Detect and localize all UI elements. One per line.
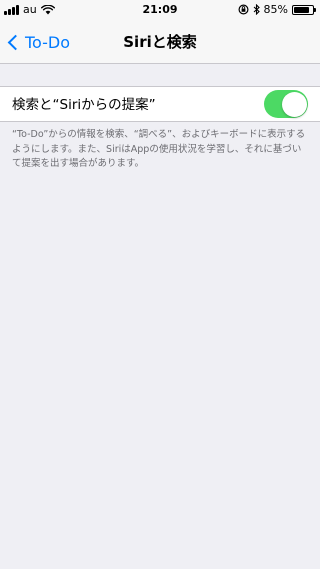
- battery-icon: [292, 4, 316, 15]
- siri-suggestions-label: 検索と“Siriからの提案”: [12, 97, 156, 113]
- siri-suggestions-cell: 検索と“Siriからの提案”: [0, 86, 320, 122]
- status-bar: au 21:09 85%: [0, 0, 320, 20]
- rotation-lock-icon: [238, 4, 249, 15]
- page-title: Siriと検索: [123, 33, 197, 51]
- status-right: 85%: [238, 3, 316, 16]
- navigation-bar: To-Do Siriと検索: [0, 20, 320, 64]
- battery-fill: [294, 6, 310, 13]
- bluetooth-icon: [253, 4, 260, 15]
- siri-suggestions-toggle[interactable]: [264, 90, 308, 118]
- battery-percent: 85%: [263, 3, 288, 16]
- setting-description: “To-Do”からの情報を検索、“調べる”、およびキーボードに表示するようにしま…: [12, 129, 306, 170]
- toggle-knob: [281, 91, 307, 117]
